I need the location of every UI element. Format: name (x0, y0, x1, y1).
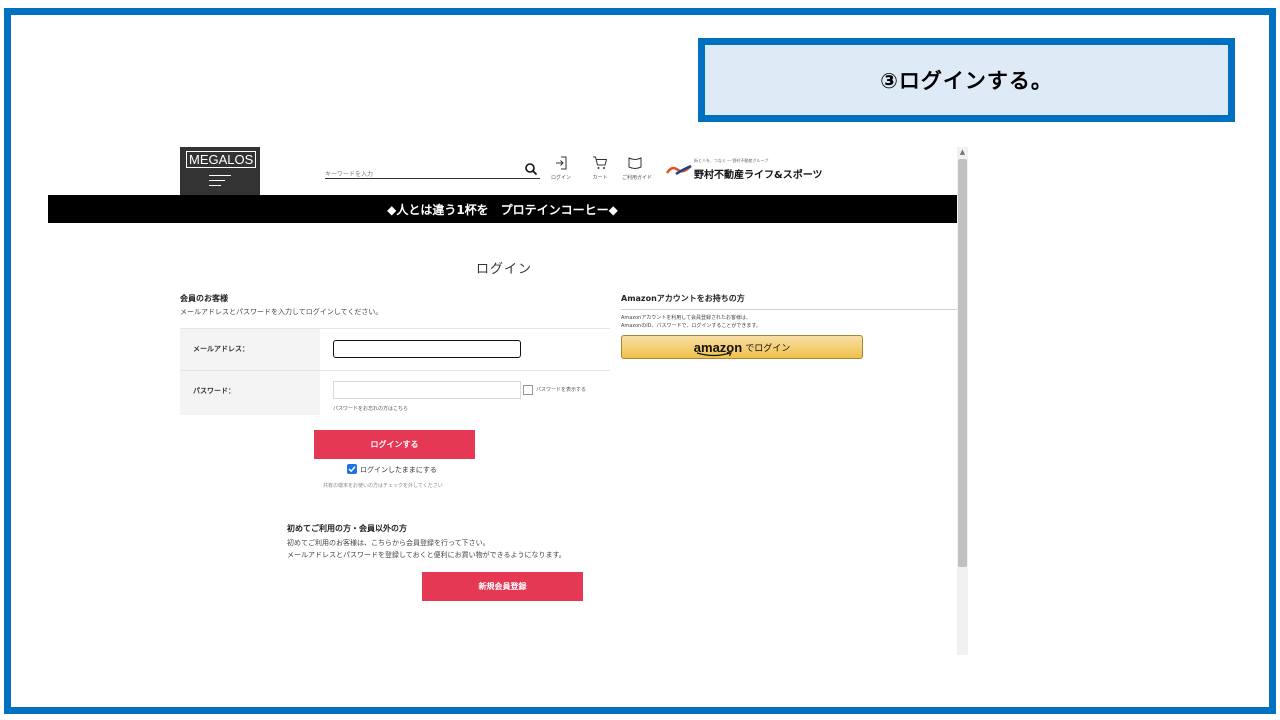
amazon-logo-icon: amazon (694, 341, 742, 356)
header-login-label: ログイン (550, 175, 571, 181)
new-customer-desc-1: 初めてご利用のお客様は、こちらから会員登録を行って下さい。 (287, 539, 490, 547)
amazon-heading: Amazonアカウントをお持ちの方 (621, 294, 745, 303)
hamburger-menu-icon[interactable] (209, 175, 231, 190)
amazon-divider (621, 309, 957, 310)
forgot-password-link[interactable]: パスワードをお忘れの方はこちら (333, 405, 408, 412)
login-icon (556, 156, 567, 170)
new-customer-desc-2: メールアドレスとパスワードを登録しておくと便利にお買い物ができるようになります。 (287, 551, 566, 559)
amazon-smile-icon (696, 351, 732, 356)
show-password-label[interactable]: パスワードを表示する (536, 386, 586, 393)
password-row: パスワード： パスワードを表示する パスワードをお忘れの方はこちら (180, 371, 610, 415)
scroll-thumb[interactable] (958, 159, 967, 567)
header-cart-link[interactable]: カート (587, 156, 613, 181)
amazon-desc-2: AmazonのID、パスワードで、ログインすることができます。 (621, 323, 761, 329)
header-login-link[interactable]: ログイン (548, 156, 574, 181)
email-label: メールアドレス： (193, 345, 249, 353)
password-field[interactable] (333, 381, 521, 399)
new-customer-heading: 初めてご利用の方・会員以外の方 (287, 524, 407, 533)
register-button[interactable]: 新規会員登録 (422, 572, 583, 601)
password-label-cell: パスワード： (180, 371, 320, 415)
keep-logged-in-checkbox[interactable] (347, 464, 357, 474)
email-field[interactable] (333, 340, 521, 358)
brand-name: 野村不動産ライフ&スポーツ (694, 170, 823, 181)
email-label-cell: メールアドレス： (180, 329, 320, 370)
search-bar (325, 161, 540, 183)
password-label: パスワード： (193, 387, 235, 395)
header-cart-label: カート (592, 175, 608, 181)
logo-text: MEGALOS (186, 151, 257, 168)
login-button[interactable]: ログインする (314, 430, 475, 459)
email-row: メールアドレス： (180, 329, 610, 371)
brand-tagline: 街と人を、つなぐ ― 野村不動産グループ (694, 158, 769, 163)
header-guide-label: ご利用ガイド (622, 175, 653, 181)
search-input[interactable] (325, 166, 515, 183)
scroll-up-icon[interactable]: ▲ (957, 147, 968, 157)
login-form: メールアドレス： パスワード： パスワードを表示する パスワードをお忘れの方はこ… (180, 328, 610, 415)
keep-logged-in-label[interactable]: ログインしたままにする (360, 465, 437, 475)
keep-logged-in-note: 共有の端末をお使いの方はチェックを外してください (323, 483, 443, 489)
member-heading: 会員のお客様 (180, 294, 228, 303)
brand-swoosh-icon (666, 164, 692, 176)
search-icon[interactable] (524, 162, 538, 176)
guide-book-icon (628, 157, 642, 169)
vertical-scrollbar[interactable]: ▲ (957, 147, 968, 655)
promo-banner[interactable]: ◆人とは違う1杯を プロテインコーヒー◆ (48, 195, 957, 223)
cart-icon (593, 156, 608, 169)
amazon-desc-1: Amazonアカウントを利用して会員登録されたお客様は、 (621, 315, 752, 321)
checkmark-icon (348, 466, 356, 473)
header-guide-link[interactable]: ご利用ガイド (622, 156, 653, 181)
group-brand[interactable]: 街と人を、つなぐ ― 野村不動産グループ 野村不動産ライフ&スポーツ (666, 158, 823, 181)
page-title: ログイン (476, 262, 533, 277)
amazon-login-button[interactable]: amazon でログイン (621, 335, 863, 359)
instruction-callout: ③ログインする。 (698, 38, 1235, 122)
amazon-button-label: でログイン (745, 343, 791, 354)
site-logo[interactable]: MEGALOS (180, 147, 260, 200)
member-description: メールアドレスとパスワードを入力してログインしてください。 (180, 308, 383, 316)
show-password-checkbox[interactable] (523, 385, 533, 395)
